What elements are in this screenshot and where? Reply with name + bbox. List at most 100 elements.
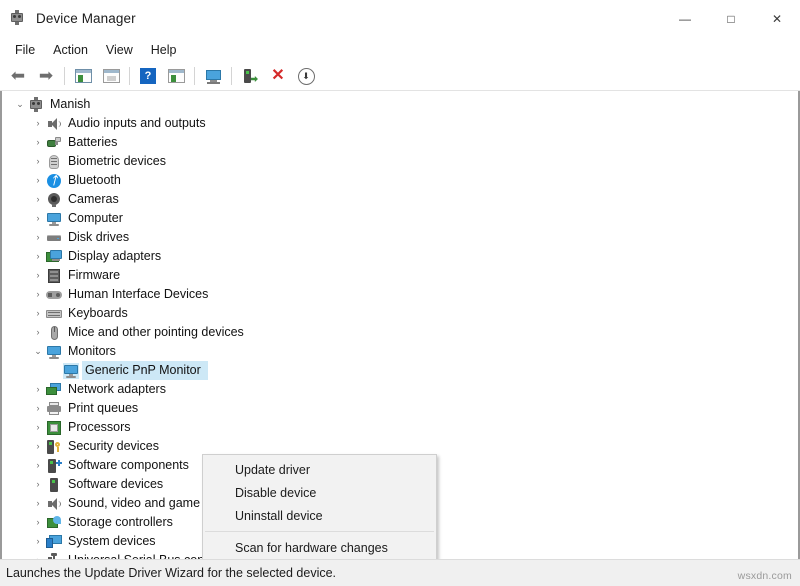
toolbar-separator — [194, 67, 195, 85]
tree-node-label: Keyboards — [68, 304, 132, 323]
chevron-right-icon[interactable]: › — [30, 209, 46, 228]
chevron-right-icon[interactable]: › — [30, 152, 46, 171]
tree-node-label: Software components — [68, 456, 193, 475]
tree-node-label: Mice and other pointing devices — [68, 323, 248, 342]
ctx-uninstall-device[interactable]: Uninstall device — [203, 504, 436, 527]
chevron-right-icon[interactable]: › — [30, 532, 46, 551]
chevron-right-icon[interactable]: › — [30, 494, 46, 513]
tree-node-audio-inputs-and-outputs[interactable]: › Audio inputs and outputs — [2, 114, 798, 133]
tree-node-monitors[interactable]: ⌄ Monitors — [2, 342, 798, 361]
tree-node-label: Monitors — [68, 342, 120, 361]
forward-button[interactable]: ➡ — [33, 64, 59, 88]
chevron-right-icon[interactable]: › — [30, 323, 46, 342]
chevron-right-icon[interactable]: › — [30, 399, 46, 418]
forward-arrow-icon: ➡ — [39, 69, 53, 83]
tree-node-computer[interactable]: › Computer — [2, 209, 798, 228]
update-driver-monitor-icon — [205, 69, 222, 84]
chevron-right-icon[interactable]: › — [30, 114, 46, 133]
chevron-down-icon[interactable]: ⌄ — [30, 342, 46, 361]
enable-device-icon — [242, 68, 258, 84]
ctx-update-driver[interactable]: Update driver — [203, 458, 436, 481]
menu-file[interactable]: File — [6, 40, 44, 60]
show-hide-console-tree-button[interactable] — [70, 64, 96, 88]
scan-hardware-icon — [168, 69, 185, 83]
menu-action[interactable]: Action — [44, 40, 97, 60]
storage-controller-icon — [46, 515, 62, 531]
chevron-right-icon[interactable]: › — [30, 475, 46, 494]
title-bar: Device Manager — □ ✕ — [0, 0, 800, 38]
tree-node-manish[interactable]: ⌄ Manish — [2, 95, 798, 114]
tree-node-network-adapters[interactable]: › Network adapters — [2, 380, 798, 399]
chevron-right-icon[interactable]: › — [30, 171, 46, 190]
firmware-chip-icon — [46, 268, 62, 284]
tree-node-cameras[interactable]: › Cameras — [2, 190, 798, 209]
menu-view[interactable]: View — [97, 40, 142, 60]
speaker-icon — [46, 116, 62, 132]
disable-down-arrow-icon: ⬇ — [298, 68, 315, 85]
status-text: Launches the Update Driver Wizard for th… — [6, 566, 336, 580]
tree-node-disk-drives[interactable]: › Disk drives — [2, 228, 798, 247]
help-question-icon: ? — [140, 68, 156, 84]
toolbar-separator — [64, 67, 65, 85]
chevron-right-icon[interactable]: › — [30, 513, 46, 532]
chevron-right-icon[interactable]: › — [30, 190, 46, 209]
chevron-right-icon[interactable]: › — [30, 437, 46, 456]
chevron-right-icon[interactable]: › — [30, 266, 46, 285]
ctx-disable-device[interactable]: Disable device — [203, 481, 436, 504]
window-controls: — □ ✕ — [662, 0, 800, 37]
tree-node-label: Security devices — [68, 437, 163, 456]
tree-node-generic-pnp-monitor[interactable]: Generic PnP Monitor — [2, 361, 798, 380]
chevron-right-icon[interactable]: › — [30, 228, 46, 247]
uninstall-device-button[interactable]: ✕ — [265, 64, 291, 88]
camera-icon — [46, 192, 62, 208]
mouse-icon — [46, 325, 62, 341]
tree-node-print-queues[interactable]: › Print queues — [2, 399, 798, 418]
back-arrow-icon: ⬅ — [11, 69, 25, 83]
chevron-down-icon[interactable]: ⌄ — [12, 95, 28, 114]
chevron-right-icon[interactable]: › — [30, 247, 46, 266]
back-button[interactable]: ⬅ — [5, 64, 31, 88]
chevron-right-icon[interactable]: › — [30, 304, 46, 323]
chevron-right-icon[interactable]: › — [30, 418, 46, 437]
enable-device-button[interactable] — [237, 64, 263, 88]
maximize-button[interactable]: □ — [708, 0, 754, 37]
close-button[interactable]: ✕ — [754, 0, 800, 37]
tree-node-biometric-devices[interactable]: › Biometric devices — [2, 152, 798, 171]
tree-node-label: Generic PnP Monitor — [85, 361, 205, 380]
toolbar-separator — [129, 67, 130, 85]
keyboard-icon — [46, 306, 62, 322]
scan-for-hardware-changes-button[interactable] — [163, 64, 189, 88]
help-button[interactable]: ? — [135, 64, 161, 88]
tree-node-batteries[interactable]: › Batteries — [2, 133, 798, 152]
battery-icon — [46, 135, 62, 151]
chevron-right-icon[interactable]: › — [30, 380, 46, 399]
device-manager-window: Device Manager — □ ✕ File Action View He… — [0, 0, 800, 586]
uninstall-red-x-icon: ✕ — [271, 69, 284, 83]
security-device-icon — [46, 439, 62, 455]
device-tree-pane[interactable]: ⌄ Manish › Audio inputs and outputs › Ba… — [0, 91, 800, 559]
ctx-scan-for-hardware-changes[interactable]: Scan for hardware changes — [203, 536, 436, 559]
chevron-right-icon[interactable]: › — [30, 285, 46, 304]
tree-node-label: System devices — [68, 532, 160, 551]
console-tree-icon — [75, 69, 92, 83]
tree-node-label: Print queues — [68, 399, 142, 418]
chevron-right-icon[interactable]: › — [30, 551, 46, 559]
tree-node-keyboards[interactable]: › Keyboards — [2, 304, 798, 323]
tree-node-bluetooth[interactable]: › ᛏ Bluetooth — [2, 171, 798, 190]
context-menu[interactable]: Update driver Disable device Uninstall d… — [202, 454, 437, 559]
menu-help[interactable]: Help — [142, 40, 186, 60]
network-adapter-icon — [46, 382, 62, 398]
properties-button[interactable] — [98, 64, 124, 88]
disable-device-button[interactable]: ⬇ — [293, 64, 319, 88]
update-driver-button[interactable] — [200, 64, 226, 88]
chevron-right-icon[interactable]: › — [30, 456, 46, 475]
chevron-right-icon[interactable]: › — [30, 133, 46, 152]
minimize-button[interactable]: — — [662, 0, 708, 37]
tree-node-display-adapters[interactable]: › Display adapters — [2, 247, 798, 266]
tree-node-firmware[interactable]: › Firmware — [2, 266, 798, 285]
tree-node-human-interface-devices[interactable]: › Human Interface Devices — [2, 285, 798, 304]
monitor-icon — [63, 363, 79, 379]
tree-node-label: Audio inputs and outputs — [68, 114, 210, 133]
tree-node-mice-and-other-pointing-devices[interactable]: › Mice and other pointing devices — [2, 323, 798, 342]
tree-node-processors[interactable]: › Processors — [2, 418, 798, 437]
